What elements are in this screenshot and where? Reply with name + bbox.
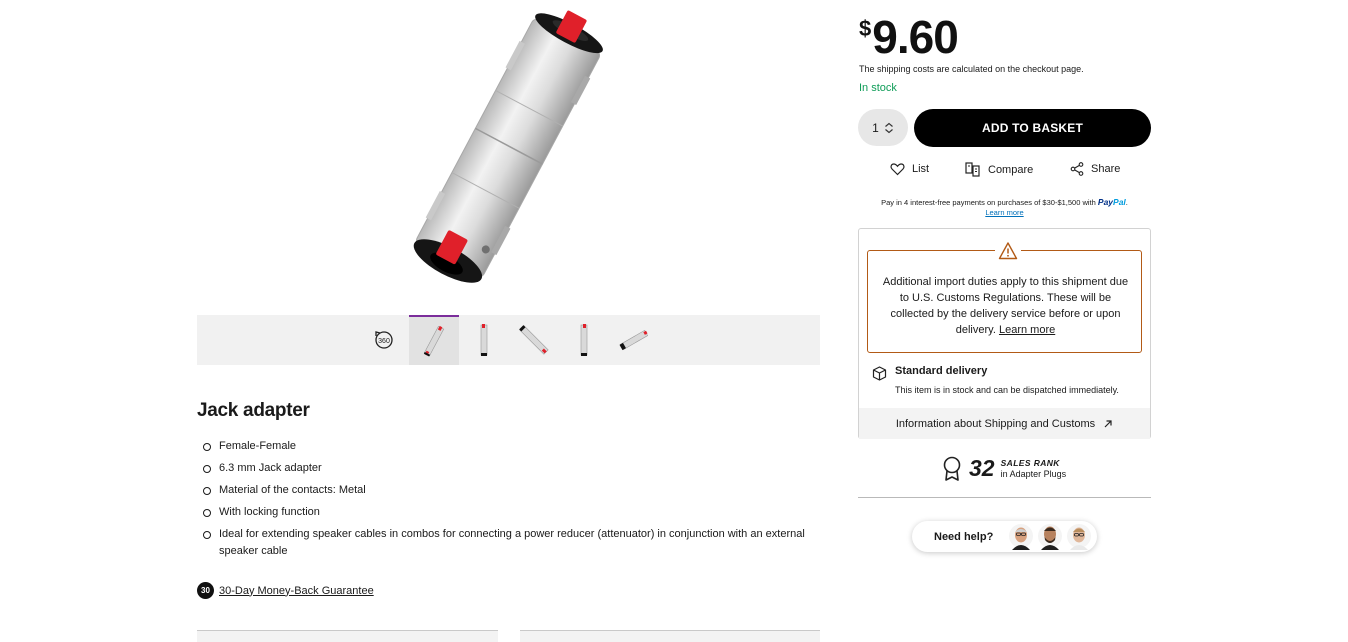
- product-title: Jack adapter: [197, 400, 310, 421]
- add-to-list-button[interactable]: List: [890, 162, 929, 176]
- feature-item: Ideal for extending speaker cables in co…: [203, 526, 813, 560]
- stock-status: In stock: [859, 82, 897, 94]
- external-arrow-icon: [1104, 419, 1112, 427]
- 360-view-button[interactable]: 360: [359, 315, 409, 365]
- paypal-text: Pay in 4 interest-free payments on purch…: [881, 198, 1096, 207]
- feature-item: Material of the contacts: Metal: [203, 482, 813, 499]
- 360-view-icon: 360: [375, 331, 393, 349]
- compare-label: Compare: [988, 163, 1034, 176]
- sales-rank-number: 32: [969, 455, 995, 481]
- product-main-image[interactable]: [197, 0, 820, 313]
- compare-button[interactable]: Compare: [965, 162, 1033, 177]
- heart-icon: [890, 163, 905, 176]
- share-icon: [1070, 162, 1084, 176]
- section-tab-right[interactable]: [520, 630, 820, 642]
- section-tab-left[interactable]: [197, 630, 498, 642]
- feature-list: Female-Female 6.3 mm Jack adapter Materi…: [203, 438, 813, 565]
- sales-rank[interactable]: 32 SALES RANK in Adapter Plugs: [942, 455, 1066, 482]
- thumbnail-5[interactable]: [609, 315, 659, 365]
- thumbnail-image-icon: [519, 325, 549, 355]
- import-duties-warning: Additional import duties apply to this s…: [867, 241, 1142, 353]
- updown-chevron-icon: [884, 122, 894, 134]
- package-icon: [872, 366, 887, 386]
- thumbnail-3[interactable]: [509, 315, 559, 365]
- feature-item: Female-Female: [203, 438, 813, 455]
- jack-adapter-photo: [413, 10, 603, 283]
- quantity-value: 1: [872, 120, 879, 135]
- thumbnail-image-icon: [480, 324, 488, 356]
- shipping-note: The shipping costs are calculated on the…: [859, 64, 1084, 74]
- thumbnail-image-icon: [423, 325, 445, 357]
- thumbnail-strip: 360: [197, 315, 820, 365]
- avatar: [1009, 524, 1033, 550]
- need-help-button[interactable]: Need help?: [912, 521, 1097, 552]
- need-help-label: Need help?: [934, 530, 994, 543]
- list-label: List: [912, 163, 930, 175]
- compare-icon: [965, 162, 980, 177]
- thumbnail-4[interactable]: [559, 315, 609, 365]
- avatar: [1067, 524, 1091, 550]
- guarantee-badge-icon: 30: [197, 582, 214, 599]
- share-button[interactable]: Share: [1070, 162, 1120, 176]
- paypal-installments: Pay in 4 interest-free payments on purch…: [881, 197, 1128, 217]
- paypal-learn-more-link[interactable]: Learn more: [985, 208, 1023, 217]
- price-amount: 9.60: [872, 11, 959, 63]
- money-back-guarantee[interactable]: 30 30-Day Money-Back Guarantee: [197, 582, 374, 599]
- warning-learn-more-link[interactable]: Learn more: [999, 324, 1055, 336]
- delivery-panel: Additional import duties apply to this s…: [858, 228, 1151, 439]
- share-label: Share: [1091, 163, 1121, 175]
- standard-delivery-title: Standard delivery: [895, 365, 988, 377]
- sales-rank-label: SALES RANK: [1000, 457, 1060, 468]
- price-currency: $: [859, 16, 872, 41]
- thumbnail-2[interactable]: [459, 315, 509, 365]
- divider: [858, 497, 1151, 498]
- paypal-logo: PayPal: [1097, 197, 1126, 207]
- shipping-customs-info-link[interactable]: Information about Shipping and Customs: [859, 408, 1150, 439]
- avatar: [1038, 524, 1062, 550]
- feature-item: With locking function: [203, 504, 813, 521]
- feature-item: 6.3 mm Jack adapter: [203, 460, 813, 477]
- price: $ 9.60: [859, 11, 959, 63]
- quantity-stepper[interactable]: 1: [858, 109, 908, 146]
- sales-rank-category: in Adapter Plugs: [1000, 468, 1067, 479]
- thumbnail-image-icon: [580, 324, 588, 356]
- support-avatars: [1008, 522, 1095, 550]
- ribbon-award-icon: [943, 456, 961, 481]
- add-to-basket-button[interactable]: ADD TO BASKET: [914, 109, 1151, 147]
- svg-text:360: 360: [378, 338, 390, 345]
- shipping-customs-info-label: Information about Shipping and Customs: [895, 417, 1096, 430]
- thumbnail-image-icon: [619, 329, 649, 351]
- standard-delivery-subtitle: This item is in stock and can be dispatc…: [895, 385, 1119, 395]
- warning-icon: [995, 241, 1021, 261]
- thumbnail-1[interactable]: [409, 315, 459, 365]
- guarantee-link[interactable]: 30-Day Money-Back Guarantee: [219, 585, 374, 597]
